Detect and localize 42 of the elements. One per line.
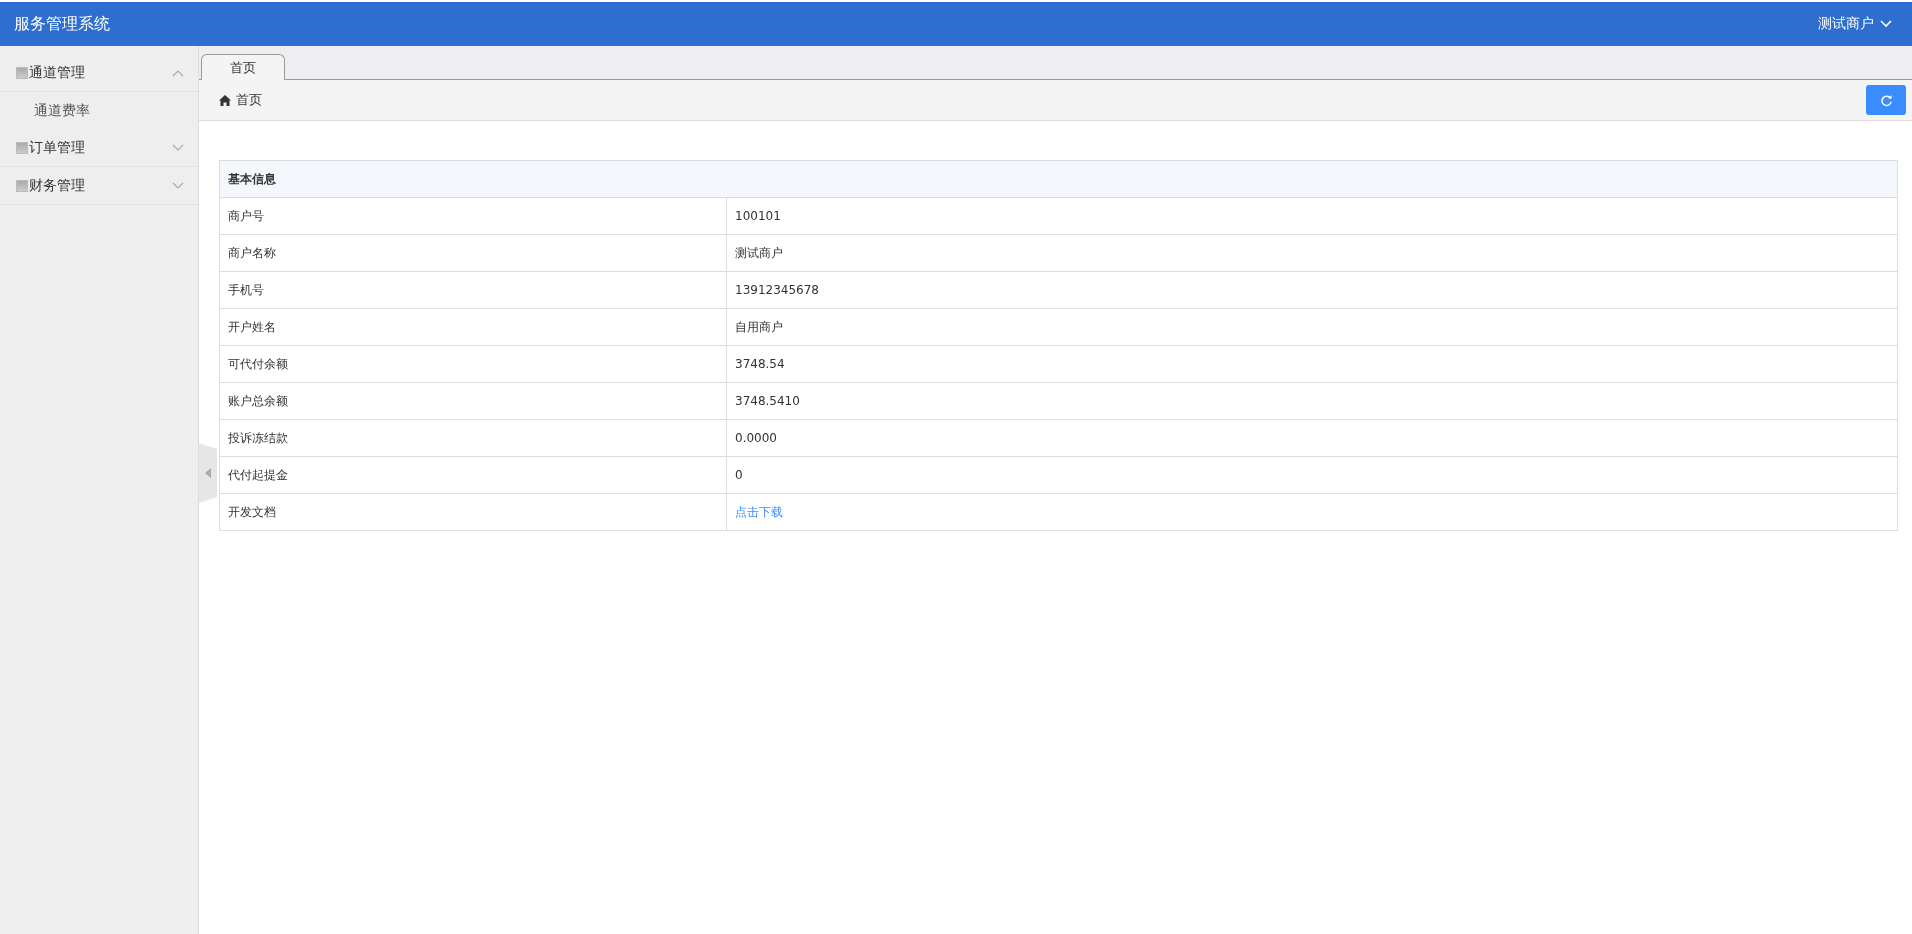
table-cell: 3748.5410 [726, 382, 1898, 420]
breadcrumb: 首页 [236, 91, 262, 109]
table-cell: 可代付余额 [219, 345, 727, 383]
table-cell: 开发文档 [219, 493, 727, 531]
table-cell: 0 [726, 456, 1898, 494]
table-cell: 自用商户 [726, 308, 1898, 346]
table-cell: 13912345678 [726, 271, 1898, 309]
menu-label: 财务管理 [29, 176, 85, 195]
table-cell: 0.0000 [726, 419, 1898, 457]
folder-icon [16, 141, 28, 154]
user-menu[interactable]: 测试商户 [1818, 15, 1898, 33]
table-cell: 开户姓名 [219, 308, 727, 346]
sidebar-subitem[interactable]: 通道费率 [0, 92, 198, 129]
chevron-down-icon [172, 181, 184, 190]
menu-label: 订单管理 [29, 138, 85, 157]
tab[interactable]: 首页 [201, 54, 285, 80]
sidebar-item[interactable]: 财务管理 [0, 167, 198, 205]
folder-icon [16, 179, 28, 192]
table-cell: 3748.54 [726, 345, 1898, 383]
table-header: 基本信息 [219, 160, 1898, 198]
folder-icon [16, 66, 28, 79]
menu-label: 通道管理 [29, 63, 85, 82]
sidebar-item[interactable]: 通道管理 [0, 54, 198, 92]
sidebar-item[interactable]: 订单管理 [0, 129, 198, 167]
caret-left-icon [205, 468, 211, 478]
app-title: 服务管理系统 [14, 13, 110, 35]
chevron-down-icon [1880, 20, 1892, 28]
table-cell: 100101 [726, 197, 1898, 235]
table-cell: 投诉冻结款 [219, 419, 727, 457]
table-cell: 商户号 [219, 197, 727, 235]
home-icon [219, 94, 231, 106]
download-link[interactable]: 点击下载 [735, 504, 783, 519]
chevron-up-icon [172, 68, 184, 77]
table-cell: 手机号 [219, 271, 727, 309]
collapse-handle[interactable] [199, 443, 217, 503]
table-cell: 账户总余额 [219, 382, 727, 420]
chevron-down-icon [172, 143, 184, 152]
table-cell: 代付起提金 [219, 456, 727, 494]
refresh-button[interactable] [1866, 85, 1906, 115]
refresh-icon [1879, 93, 1893, 107]
table-cell: 商户名称 [219, 234, 727, 272]
table-cell: 测试商户 [726, 234, 1898, 272]
